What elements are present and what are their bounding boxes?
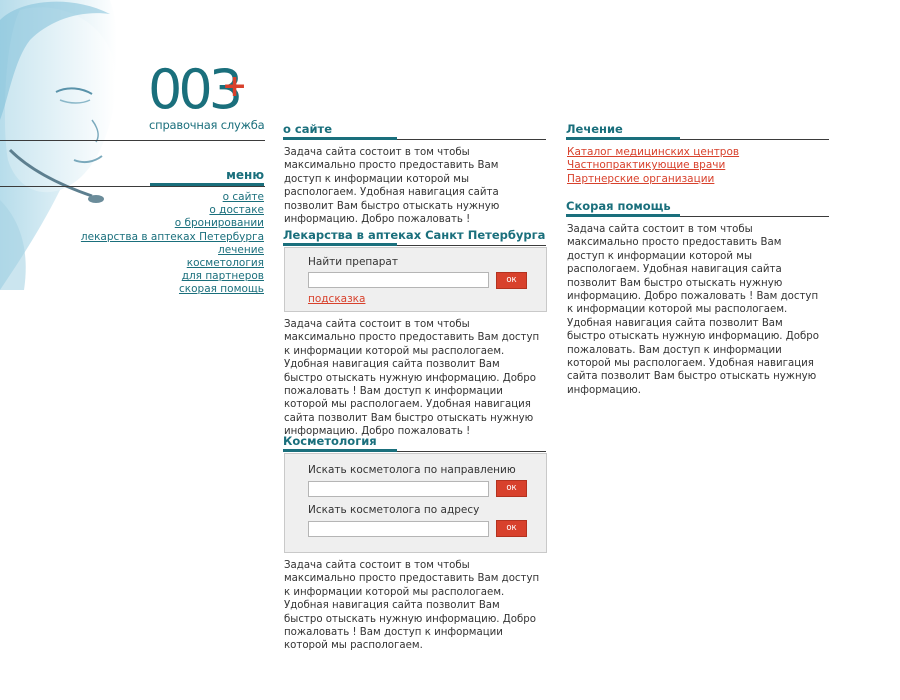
menu-item: о бронировании	[60, 217, 264, 230]
menu-link-delivery[interactable]: о достаке	[209, 204, 264, 216]
address-search-input[interactable]	[308, 521, 489, 537]
drug-search-label: Найти препарат	[308, 256, 398, 268]
list-item: Партнерские организации	[567, 173, 829, 186]
emergency-title: Скорая помощь	[566, 199, 671, 213]
direction-search-ok-button[interactable]: ок	[496, 480, 527, 497]
about-text: Задача сайта состоит в том чтобы максима…	[284, 147, 500, 226]
emergency-text: Задача сайта состоит в том чтобы максима…	[567, 224, 819, 396]
menu-item: скорая помощь	[60, 283, 264, 296]
section-rule	[283, 243, 546, 246]
plus-icon: +	[222, 69, 248, 104]
about-section: о сайте Задача сайта состоит в том чтобы…	[283, 122, 546, 226]
menu-title: меню	[226, 168, 264, 182]
direction-search-input[interactable]	[308, 481, 489, 497]
menu-item: лекарства в аптеках Петербурга	[60, 231, 264, 244]
medical-centers-link[interactable]: Каталог медицинских центров	[567, 146, 739, 158]
menu-link-cosmetology[interactable]: косметология	[187, 257, 264, 269]
menu-item: о сайте	[60, 191, 264, 204]
cosmetology-section: Косметология	[283, 434, 546, 452]
menu-link-partners[interactable]: для партнеров	[182, 270, 264, 282]
drug-search-ok-button[interactable]: ок	[496, 272, 527, 289]
cosmetologist-search-box: Искать косметолога по направлению ок Иск…	[284, 453, 547, 553]
pharmacy-title: Лекарства в аптеках Санкт Петербурга	[283, 228, 546, 242]
address-search-ok-button[interactable]: ок	[496, 520, 527, 537]
pharmacy-search-box: Найти препарат ок подсказка	[284, 247, 547, 312]
menu-divider	[0, 186, 265, 187]
cosmetology-text: Задача сайта состоит в том чтобы максима…	[284, 560, 540, 652]
drug-search-input[interactable]	[308, 272, 489, 288]
menu-link-about[interactable]: о сайте	[223, 191, 264, 203]
logo[interactable]: 003 + справочная служба	[148, 62, 268, 136]
direction-search-label: Искать косметолога по направлению	[308, 464, 516, 476]
hint-link[interactable]: подсказка	[308, 293, 365, 305]
emergency-section: Скорая помощь Задача сайта состоит в том…	[566, 199, 829, 397]
list-item: Каталог медицинских центров	[567, 146, 829, 159]
pharmacy-text: Задача сайта состоит в том чтобы максима…	[284, 319, 540, 438]
partner-orgs-link[interactable]: Партнерские организации	[567, 173, 714, 185]
menu-link-pharmacies[interactable]: лекарства в аптеках Петербурга	[81, 231, 264, 243]
treatment-section: Лечение Каталог медицинских центров Част…	[566, 122, 829, 186]
menu-link-booking[interactable]: о бронировании	[175, 217, 264, 229]
main-menu: о сайте о достаке о бронировании лекарст…	[60, 191, 264, 297]
menu-title-bar	[150, 183, 264, 186]
section-rule	[566, 214, 829, 217]
menu-item: косметология	[60, 257, 264, 270]
about-title: о сайте	[283, 122, 333, 136]
menu-item: лечение	[60, 244, 264, 257]
cosmetology-title: Косметология	[283, 434, 377, 448]
section-rule	[283, 449, 546, 452]
address-search-label: Искать косметолога по адресу	[308, 504, 480, 516]
treatment-links: Каталог медицинских центров Частнопракти…	[566, 146, 829, 186]
menu-link-treatment[interactable]: лечение	[218, 244, 264, 256]
private-doctors-link[interactable]: Частнопрактикующие врачи	[567, 159, 725, 171]
treatment-title: Лечение	[566, 122, 623, 136]
header-divider	[0, 140, 265, 141]
section-rule	[566, 137, 829, 140]
pharmacy-section: Лекарства в аптеках Санкт Петербурга	[283, 228, 546, 246]
menu-item: для партнеров	[60, 270, 264, 283]
logo-tagline: справочная служба	[149, 118, 265, 132]
list-item: Частнопрактикующие врачи	[567, 159, 829, 172]
page: 003 + справочная служба меню о сайте о д…	[0, 0, 900, 700]
menu-item: о достаке	[60, 204, 264, 217]
section-rule	[283, 137, 546, 140]
menu-link-emergency[interactable]: скорая помощь	[179, 283, 264, 295]
